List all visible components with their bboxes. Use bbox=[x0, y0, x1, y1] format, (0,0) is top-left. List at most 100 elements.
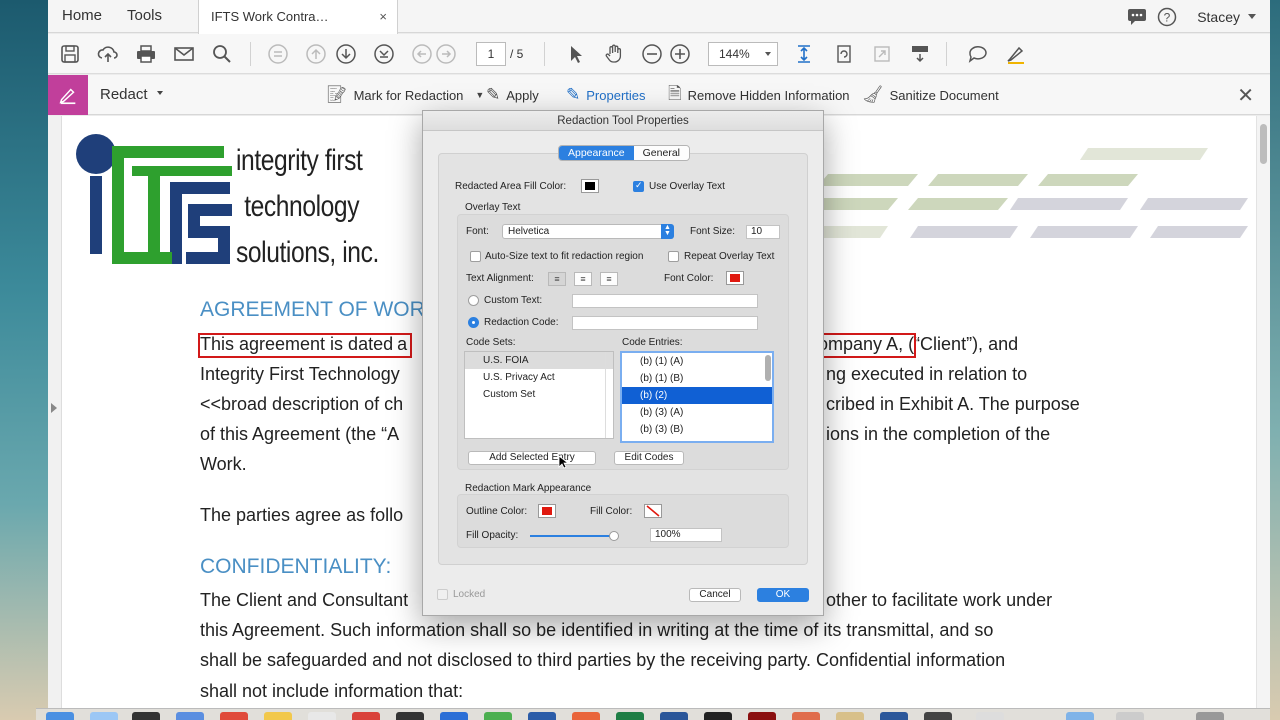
next-page-icon[interactable] bbox=[334, 42, 358, 66]
repeat-overlay-label: Repeat Overlay Text bbox=[684, 251, 775, 262]
apply-button[interactable]: ✎ Apply bbox=[486, 75, 539, 115]
align-left-icon[interactable]: ≡ bbox=[548, 272, 566, 286]
remove-hidden-information-button[interactable]: 🗎︎ Remove Hidden Information bbox=[668, 75, 850, 115]
help-icon[interactable]: ? bbox=[1157, 7, 1177, 27]
highlight-pen-icon[interactable] bbox=[1004, 42, 1028, 66]
repeat-overlay-checkbox[interactable] bbox=[668, 251, 679, 262]
code-sets-list[interactable]: U.S. FOIA U.S. Privacy Act Custom Set bbox=[464, 351, 614, 439]
scrollbar-thumb[interactable] bbox=[1260, 124, 1267, 164]
paragraph-line: this Agreement. Such information shall s… bbox=[200, 620, 994, 640]
doc-text-fragment: other to facilitate work under bbox=[826, 590, 1053, 610]
ok-button[interactable]: OK bbox=[757, 588, 809, 602]
document-tab[interactable]: IFTS Work Contra… × bbox=[198, 0, 398, 34]
fill-color-swatch[interactable] bbox=[581, 179, 599, 193]
fill-opacity-field[interactable]: 100% bbox=[650, 528, 722, 542]
tab-appearance[interactable]: Appearance bbox=[559, 146, 634, 160]
redact-tool-menu[interactable]: Redact bbox=[100, 75, 163, 115]
custom-text-field[interactable] bbox=[572, 294, 758, 308]
properties-button[interactable]: ✎ Properties bbox=[566, 75, 646, 115]
slider-knob[interactable] bbox=[609, 531, 619, 541]
text-alignment-label: Text Alignment: bbox=[466, 273, 534, 284]
no-fill-color-swatch[interactable] bbox=[644, 504, 662, 518]
close-tab-icon[interactable]: × bbox=[379, 0, 387, 33]
outline-color-label: Outline Color: bbox=[466, 506, 528, 517]
tab-general[interactable]: General bbox=[633, 146, 689, 160]
email-icon[interactable] bbox=[172, 42, 196, 66]
use-overlay-text-checkbox[interactable] bbox=[633, 180, 644, 192]
sanitize-document-button[interactable]: 🧹︎ Sanitize Document bbox=[862, 75, 999, 115]
last-page-icon[interactable] bbox=[372, 42, 396, 66]
locked-checkbox[interactable] bbox=[437, 589, 448, 600]
left-panel-toggle[interactable] bbox=[48, 116, 62, 708]
doc-text-fragment: Integrity First Technology bbox=[200, 364, 400, 384]
comment-icon[interactable] bbox=[966, 42, 990, 66]
zoom-in-icon[interactable] bbox=[668, 42, 692, 66]
upload-icon[interactable] bbox=[96, 42, 120, 66]
save-icon[interactable] bbox=[58, 42, 82, 66]
custom-text-radio[interactable] bbox=[468, 295, 479, 306]
agreement-heading: AGREEMENT OF WOR bbox=[200, 298, 425, 321]
fill-opacity-slider[interactable] bbox=[530, 531, 619, 541]
doc-text-fragment: ions in the completion of the bbox=[826, 424, 1051, 444]
edit-codes-button[interactable]: Edit Codes bbox=[614, 451, 684, 465]
rotate-icon[interactable] bbox=[832, 42, 856, 66]
search-icon[interactable] bbox=[210, 42, 234, 66]
page-number-input[interactable]: 1 bbox=[476, 42, 506, 66]
code-entry-item[interactable]: (b) (1) (B) bbox=[622, 370, 772, 387]
account-area: ? Stacey bbox=[1127, 0, 1256, 33]
custom-text-label: Custom Text: bbox=[484, 295, 543, 306]
acrobat-window: Home Tools IFTS Work Contra… × ? Stacey … bbox=[48, 0, 1270, 708]
font-size-field[interactable]: 10 bbox=[746, 225, 780, 239]
full-screen-icon[interactable] bbox=[870, 42, 894, 66]
list-scroll-thumb[interactable] bbox=[765, 355, 771, 381]
code-entry-item[interactable]: (b) (2) bbox=[622, 387, 772, 404]
back-icon[interactable] bbox=[410, 42, 434, 66]
code-entry-item[interactable]: (b) (1) (A) bbox=[622, 353, 772, 370]
font-select-value: Helvetica bbox=[508, 226, 550, 237]
code-set-item[interactable]: U.S. Privacy Act bbox=[465, 369, 613, 386]
code-set-item[interactable]: U.S. FOIA bbox=[465, 352, 613, 369]
outline-color-swatch[interactable] bbox=[538, 504, 556, 518]
svg-text:?: ? bbox=[1164, 10, 1171, 24]
zoom-select[interactable]: 144% bbox=[708, 42, 778, 66]
tools-tab[interactable]: Tools bbox=[127, 0, 162, 33]
redaction-code-field[interactable] bbox=[572, 316, 758, 330]
doc-text-fragment: <<broad description of ch bbox=[200, 394, 404, 414]
select-cursor-icon[interactable] bbox=[564, 42, 588, 66]
locked-label: Locked bbox=[453, 589, 486, 600]
code-entry-item[interactable]: (b) (3) (A) bbox=[622, 404, 772, 421]
redaction-mark[interactable] bbox=[198, 333, 412, 358]
mark-for-redaction-button[interactable]: 📝︎ Mark for Redaction ▼ bbox=[326, 75, 484, 115]
add-selected-entry-button[interactable]: Add Selected Entry bbox=[468, 451, 596, 465]
code-entry-item[interactable]: (b) (3) (B) bbox=[622, 421, 772, 438]
forward-icon[interactable] bbox=[434, 42, 458, 66]
auto-size-checkbox[interactable] bbox=[470, 251, 481, 262]
hand-tool-icon[interactable] bbox=[602, 42, 626, 66]
font-select[interactable]: Helvetica ▲ ▼ bbox=[502, 224, 674, 239]
redact-tool-icon[interactable] bbox=[908, 42, 932, 66]
close-redact-toolbar-icon[interactable]: ✕ bbox=[1237, 83, 1254, 108]
fit-page-icon[interactable] bbox=[792, 42, 816, 66]
vertical-scrollbar[interactable] bbox=[1256, 116, 1270, 708]
redaction-code-radio[interactable] bbox=[468, 317, 479, 328]
zoom-out-icon[interactable] bbox=[640, 42, 664, 66]
remove-hidden-information-label: Remove Hidden Information bbox=[687, 87, 850, 103]
cancel-button[interactable]: Cancel bbox=[689, 588, 741, 602]
document-search-icon: 🗎︎ bbox=[668, 83, 682, 103]
chat-icon[interactable] bbox=[1127, 8, 1147, 26]
code-entries-list[interactable]: (b) (1) (A) (b) (1) (B) (b) (2) (b) (3) … bbox=[620, 351, 774, 443]
font-color-swatch[interactable] bbox=[726, 271, 744, 285]
logo-line-2: technology bbox=[244, 190, 360, 223]
chevron-down-icon[interactable]: ▼ bbox=[475, 90, 484, 100]
align-right-icon[interactable]: ≡ bbox=[600, 272, 618, 286]
redaction-mark[interactable] bbox=[812, 333, 916, 358]
sanitize-document-label: Sanitize Document bbox=[889, 87, 999, 103]
code-set-item[interactable]: Custom Set bbox=[465, 386, 613, 403]
scroll-up-first-icon[interactable] bbox=[266, 42, 290, 66]
previous-page-icon[interactable] bbox=[304, 42, 328, 66]
align-center-icon[interactable]: ≡ bbox=[574, 272, 592, 286]
print-icon[interactable] bbox=[134, 42, 158, 66]
properties-pen-icon: ✎ bbox=[566, 85, 581, 104]
home-tab[interactable]: Home bbox=[62, 0, 102, 33]
user-menu[interactable]: Stacey bbox=[1197, 9, 1256, 25]
